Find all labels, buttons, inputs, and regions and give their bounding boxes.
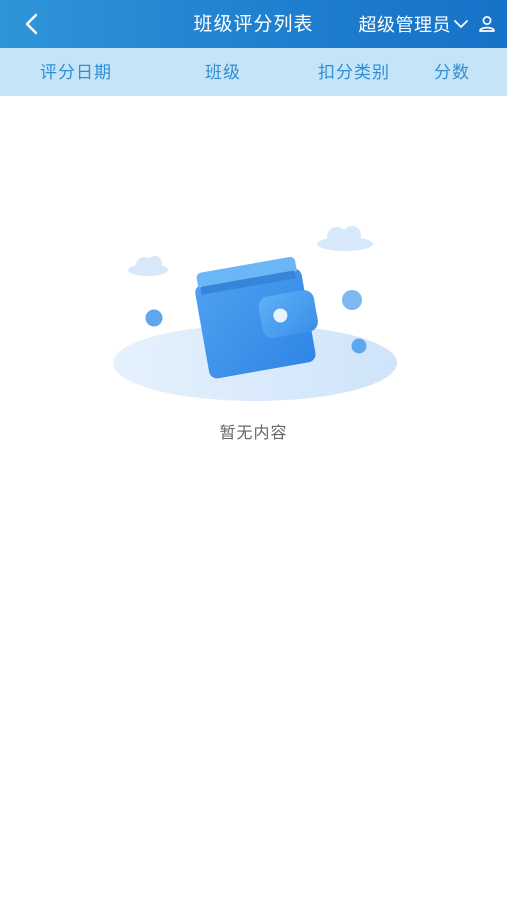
top-app-bar: 班级评分列表 超级管理员 bbox=[0, 0, 507, 48]
back-button[interactable] bbox=[14, 6, 50, 42]
empty-state-message: 暂无内容 bbox=[219, 423, 288, 442]
empty-state-illustration bbox=[110, 220, 400, 410]
chevron-down-icon bbox=[453, 16, 469, 32]
user-menu-dropdown[interactable]: 超级管理员 bbox=[359, 0, 498, 48]
chevron-left-icon bbox=[25, 13, 38, 35]
column-header-score: 分数 bbox=[434, 63, 470, 83]
column-header-deduction-type: 扣分类别 bbox=[318, 63, 390, 83]
column-header-class: 班级 bbox=[205, 63, 241, 83]
user-role-label: 超级管理员 bbox=[358, 15, 451, 36]
wallet-icon bbox=[113, 226, 397, 401]
table-header: 评分日期 班级 扣分类别 分数 bbox=[0, 48, 507, 96]
column-header-date: 评分日期 bbox=[40, 63, 112, 83]
user-icon[interactable] bbox=[477, 14, 497, 34]
